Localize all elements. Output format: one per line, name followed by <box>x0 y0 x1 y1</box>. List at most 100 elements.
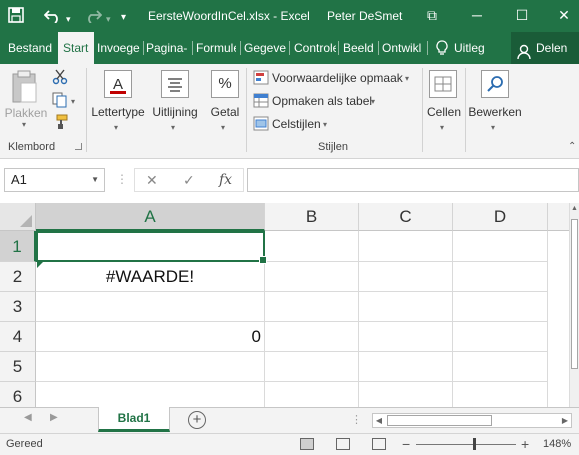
redo-icon[interactable] <box>84 7 103 28</box>
scroll-left-icon[interactable]: ◀ <box>373 414 385 427</box>
dialog-launcher-icon[interactable] <box>75 143 82 150</box>
column-header-d[interactable]: D <box>453 203 548 231</box>
column-header-a[interactable]: A <box>36 203 265 231</box>
cell-b1[interactable] <box>265 231 359 262</box>
lightbulb-icon[interactable] <box>436 40 448 59</box>
number-group-button[interactable]: % Getal ▾ <box>206 68 244 138</box>
copy-icon[interactable] <box>52 92 68 111</box>
cell-a1[interactable] <box>36 231 265 262</box>
cell-c3[interactable] <box>359 292 453 322</box>
zoom-in-button[interactable]: + <box>521 436 529 452</box>
cell-styles-button[interactable]: Celstijlen ▾ <box>253 115 423 133</box>
row-header-6[interactable]: 6 <box>0 382 36 407</box>
cell-d1[interactable] <box>453 231 548 262</box>
cell-a2[interactable]: #WAARDE! <box>36 262 265 292</box>
sheet-tab-blad1[interactable]: Blad1 <box>98 407 170 432</box>
normal-view-icon[interactable] <box>300 438 314 450</box>
cell-d6[interactable] <box>453 382 548 407</box>
ribbon-display-options-icon[interactable]: ⧉ <box>417 5 447 25</box>
formula-input[interactable] <box>247 168 579 192</box>
customize-toolbar-icon[interactable]: ▾ <box>121 9 126 27</box>
cell-b2[interactable] <box>265 262 359 292</box>
cell-c5[interactable] <box>359 352 453 382</box>
row-header-4[interactable]: 4 <box>0 322 36 352</box>
copy-dropdown-icon[interactable]: ▾ <box>71 97 75 106</box>
zoom-slider-thumb[interactable] <box>473 438 476 450</box>
undo-dropdown-icon[interactable]: ▾ <box>66 10 71 28</box>
tab-beeld[interactable]: Beeld <box>343 32 377 64</box>
cell-d2[interactable] <box>453 262 548 292</box>
page-layout-view-icon[interactable] <box>336 438 350 450</box>
horizontal-scroll-thumb[interactable] <box>387 415 492 426</box>
tell-me-label[interactable]: Uitleg <box>454 32 504 64</box>
tab-controleren[interactable]: Controle <box>294 32 336 64</box>
cell-d5[interactable] <box>453 352 548 382</box>
tab-bestand[interactable]: Bestand <box>4 32 56 64</box>
cell-c4[interactable] <box>359 322 453 352</box>
select-all-button[interactable] <box>0 203 36 231</box>
tab-formules[interactable]: Formule <box>196 32 236 64</box>
tab-start[interactable]: Start <box>58 32 94 65</box>
cancel-icon[interactable]: ✕ <box>146 172 158 189</box>
zoom-out-button[interactable]: − <box>402 436 410 452</box>
horizontal-scrollbar[interactable]: ◀ ▶ <box>372 413 572 428</box>
editing-group-button[interactable]: Bewerken ▾ <box>468 68 522 138</box>
format-painter-icon[interactable] <box>52 114 68 133</box>
tab-gegevens[interactable]: Gegeve <box>244 32 288 64</box>
tab-ontwikkelaars[interactable]: Ontwikl <box>382 32 426 64</box>
redo-dropdown-icon[interactable]: ▾ <box>106 10 111 28</box>
vertical-scroll-thumb[interactable] <box>571 219 578 369</box>
vertical-scrollbar[interactable]: ▲ <box>569 203 579 407</box>
conditional-formatting-button[interactable]: Voorwaardelijke opmaak ▾ <box>253 69 423 87</box>
row-header-1[interactable]: 1 <box>0 231 36 262</box>
cell-c6[interactable] <box>359 382 453 407</box>
next-sheet-icon[interactable]: ▶ <box>50 412 58 423</box>
cell-a5[interactable] <box>36 352 265 382</box>
close-icon[interactable]: ✕ <box>549 5 579 25</box>
name-box[interactable]: A1 ▼ <box>4 168 105 192</box>
formula-bar-handle-icon[interactable]: ⋮ <box>116 172 128 186</box>
zoom-slider[interactable] <box>416 444 516 445</box>
format-as-table-button[interactable]: Opmaken als tabel ▾ <box>253 92 423 110</box>
zoom-level[interactable]: 148% <box>543 438 571 450</box>
add-sheet-icon[interactable]: + <box>188 411 206 429</box>
cell-b6[interactable] <box>265 382 359 407</box>
scroll-up-icon[interactable]: ▲ <box>571 205 578 212</box>
scroll-right-icon[interactable]: ▶ <box>559 414 571 427</box>
cell-a6[interactable] <box>36 382 265 407</box>
name-box-dropdown-icon[interactable]: ▼ <box>91 169 99 191</box>
tab-pagina-indeling[interactable]: Pagina- <box>146 32 191 64</box>
previous-sheet-icon[interactable]: ◀ <box>24 412 32 423</box>
font-group-button[interactable]: A Lettertype ▾ <box>90 68 146 138</box>
enter-icon[interactable]: ✓ <box>183 172 195 189</box>
paste-button[interactable]: Plakken ▾ <box>4 68 47 129</box>
insert-function-icon[interactable]: fx <box>219 172 232 188</box>
cell-a3[interactable] <box>36 292 265 322</box>
minimize-icon[interactable]: ─ <box>462 5 492 25</box>
save-icon[interactable] <box>8 7 24 28</box>
collapse-ribbon-icon[interactable]: ⌃ <box>568 141 576 152</box>
cell-a4[interactable]: 0 <box>36 322 265 352</box>
row-header-5[interactable]: 5 <box>0 352 36 382</box>
cell-c2[interactable] <box>359 262 453 292</box>
cell-b3[interactable] <box>265 292 359 322</box>
column-header-c[interactable]: C <box>359 203 453 231</box>
cells-group-button[interactable]: Cellen ▾ <box>425 68 463 138</box>
tab-splitter-icon[interactable]: ⋮ <box>351 413 362 426</box>
cell-d4[interactable] <box>453 322 548 352</box>
row-header-2[interactable]: 2 <box>0 262 36 292</box>
maximize-icon[interactable]: ☐ <box>507 5 537 25</box>
alignment-group-button[interactable]: Uitlijning ▾ <box>148 68 202 138</box>
share-button[interactable]: Delen <box>511 32 579 64</box>
user-name[interactable]: Peter DeSmet <box>327 9 402 23</box>
cell-c1[interactable] <box>359 231 453 262</box>
column-header-b[interactable]: B <box>265 203 359 231</box>
cut-icon[interactable] <box>52 69 68 88</box>
row-header-3[interactable]: 3 <box>0 292 36 322</box>
tab-invoegen[interactable]: Invoege <box>97 32 142 64</box>
cell-b4[interactable] <box>265 322 359 352</box>
page-break-view-icon[interactable] <box>372 438 386 450</box>
cell-d3[interactable] <box>453 292 548 322</box>
error-indicator-icon[interactable] <box>37 262 43 268</box>
undo-icon[interactable] <box>43 7 62 28</box>
